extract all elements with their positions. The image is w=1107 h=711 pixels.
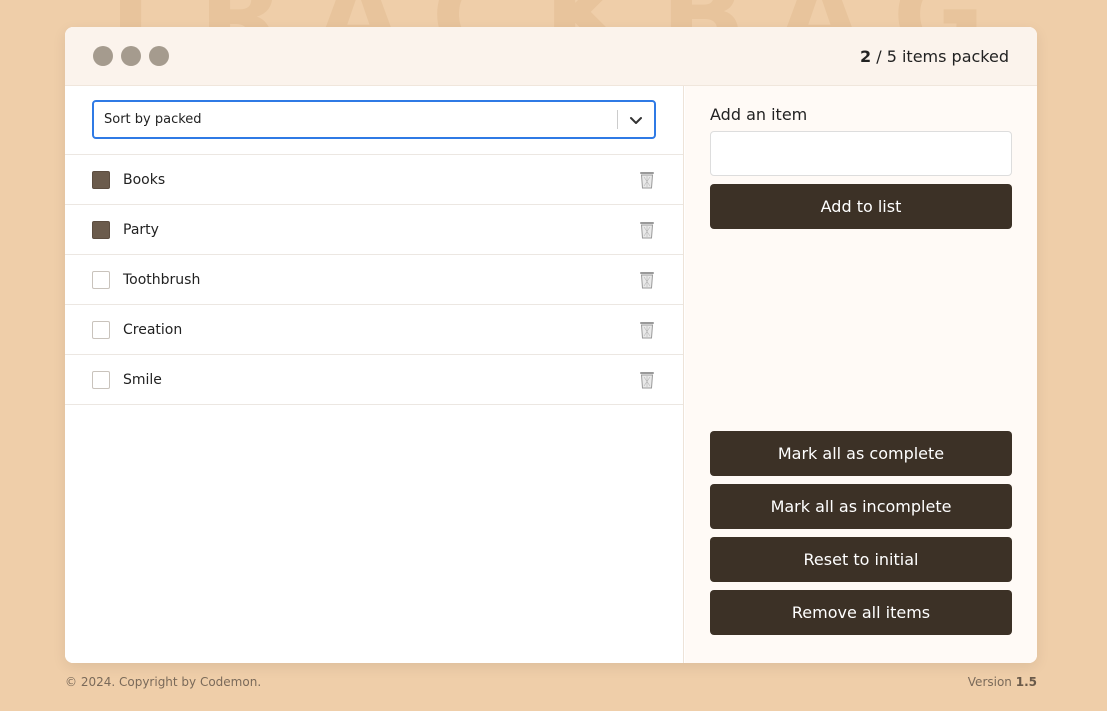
sort-bar: Sort by packed (65, 86, 683, 155)
packed-checkbox[interactable] (92, 170, 110, 189)
app-window: 2 / 5 items packed Sort by packed Books P… (65, 27, 1037, 663)
trash-icon[interactable] (639, 271, 655, 289)
item-label: Toothbrush (123, 271, 201, 288)
window-dot-icon (93, 46, 113, 66)
add-to-list-button[interactable]: Add to list (710, 184, 1012, 229)
item-list: Books Party Toothbrush Creation Smile (65, 155, 683, 405)
list-item: Books (65, 155, 683, 205)
packed-checkbox[interactable] (92, 320, 110, 339)
packed-checkbox[interactable] (92, 220, 110, 239)
list-item: Toothbrush (65, 255, 683, 305)
sort-select-separator (617, 110, 618, 129)
list-item: Smile (65, 355, 683, 405)
copyright-text: © 2024. Copyright by Codemon. (65, 675, 262, 689)
item-label: Party (123, 221, 159, 238)
packed-counter-text: / 5 items packed (871, 46, 1009, 66)
version-number: 1.5 (1015, 675, 1037, 689)
packed-counter: 2 / 5 items packed (860, 47, 1009, 66)
packed-checkbox[interactable] (92, 370, 110, 389)
add-item-input[interactable] (710, 131, 1012, 176)
trash-icon[interactable] (639, 321, 655, 339)
bulk-actions: Mark all as complete Mark all as incompl… (710, 431, 1012, 643)
reset-to-initial-button[interactable]: Reset to initial (710, 537, 1012, 582)
list-item: Party (65, 205, 683, 255)
version-label: Version (967, 675, 1016, 689)
trash-icon[interactable] (639, 371, 655, 389)
item-label: Smile (123, 371, 162, 388)
window-dot-icon (121, 46, 141, 66)
window-dot-icon (149, 46, 169, 66)
trash-icon[interactable] (639, 171, 655, 189)
add-item-title: Add an item (710, 105, 808, 124)
list-item: Creation (65, 305, 683, 355)
sort-select-value: Sort by packed (104, 112, 202, 127)
chevron-down-icon[interactable] (629, 113, 643, 127)
packed-checkbox[interactable] (92, 270, 110, 289)
mark-all-complete-button[interactable]: Mark all as complete (710, 431, 1012, 476)
packed-count: 2 (860, 46, 872, 66)
sidebar-panel: Add an item Add to list Mark all as comp… (685, 86, 1037, 663)
item-list-panel: Sort by packed Books Party Toothbrush Creat… (65, 86, 684, 663)
remove-all-items-button[interactable]: Remove all items (710, 590, 1012, 635)
item-label: Creation (123, 321, 183, 338)
version-text: Version 1.5 (968, 675, 1037, 689)
mark-all-incomplete-button[interactable]: Mark all as incomplete (710, 484, 1012, 529)
page-footer: © 2024. Copyright by Codemon. Version 1.… (65, 675, 1037, 689)
app-header: 2 / 5 items packed (65, 27, 1037, 86)
sort-select[interactable]: Sort by packed (92, 100, 656, 139)
window-dots (93, 46, 169, 66)
trash-icon[interactable] (639, 221, 655, 239)
item-label: Books (123, 171, 166, 188)
